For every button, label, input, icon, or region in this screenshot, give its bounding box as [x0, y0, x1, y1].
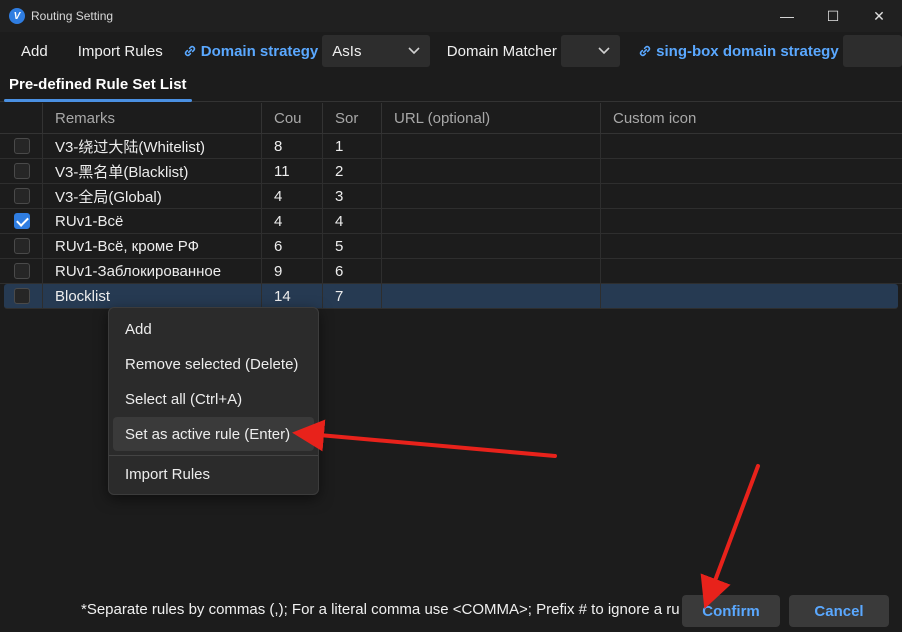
cell-remarks: V3-绕过大陆(Whitelist) [42, 134, 261, 158]
header-checkbox-column [0, 103, 42, 133]
domain-strategy-link[interactable]: Domain strategy [183, 42, 319, 60]
link-icon [184, 45, 195, 57]
cell-sort: 5 [322, 234, 381, 258]
tab-predefined-rule-set-list[interactable]: Pre-defined Rule Set List [0, 70, 196, 102]
cell-remarks: RUv1-Всё, кроме РФ [42, 234, 261, 258]
cancel-button[interactable]: Cancel [789, 595, 889, 627]
cell-custom-icon [600, 159, 890, 183]
row-checkbox[interactable] [14, 188, 30, 204]
cell-custom-icon [600, 259, 890, 283]
cell-sort: 4 [322, 209, 381, 233]
cell-url [381, 159, 600, 183]
cell-sort: 3 [322, 184, 381, 208]
toolbar: Add Import Rules Domain strategy AsIs Do… [0, 32, 902, 70]
domain-matcher-select[interactable] [560, 35, 621, 67]
table-row[interactable]: RUv1-Всё 4 4 [0, 209, 902, 234]
menu-separator [109, 455, 318, 456]
cell-url [381, 259, 600, 283]
arrow-to-set-active-rule [292, 419, 557, 458]
arrow-to-confirm [700, 464, 760, 609]
singbox-domain-strategy-link[interactable]: sing-box domain strategy [638, 43, 839, 60]
header-remarks[interactable]: Remarks [42, 103, 261, 133]
menu-item-set-active-rule[interactable]: Set as active rule (Enter) [113, 417, 314, 451]
menu-item-import-rules[interactable]: Import Rules [113, 457, 314, 491]
table-row[interactable]: RUv1-Всё, кроме РФ 6 5 [0, 234, 902, 259]
domain-strategy-label: Domain strategy [200, 42, 319, 60]
close-button[interactable]: ✕ [856, 0, 902, 32]
row-checkbox[interactable] [14, 138, 30, 154]
add-button[interactable]: Add [15, 43, 54, 60]
singbox-domain-strategy-label: sing-box domain strategy [656, 42, 839, 60]
cell-count: 14 [261, 284, 322, 308]
cell-custom-icon [600, 284, 886, 308]
cell-count: 6 [261, 234, 322, 258]
cell-url [381, 184, 600, 208]
row-checkbox[interactable] [14, 238, 30, 254]
cell-custom-icon [600, 234, 890, 258]
cell-sort: 7 [322, 284, 381, 308]
table-row[interactable]: RUv1-Заблокированное 9 6 [0, 259, 902, 284]
cell-remarks: RUv1-Заблокированное [42, 259, 261, 283]
table-header: Remarks Cou Sor URL (optional) Custom ic… [0, 103, 902, 134]
domain-strategy-select[interactable]: AsIs [322, 35, 430, 67]
tab-label: Pre-defined Rule Set List [9, 76, 187, 93]
cell-remarks: V3-黑名单(Blacklist) [42, 159, 261, 183]
tab-bar: Pre-defined Rule Set List [0, 70, 902, 102]
rule-set-table: Remarks Cou Sor URL (optional) Custom ic… [0, 103, 902, 309]
window-controls: — ☐ ✕ [764, 0, 902, 32]
cell-remarks: RUv1-Всё [42, 209, 261, 233]
cell-count: 4 [261, 209, 322, 233]
cell-url [381, 209, 600, 233]
header-url[interactable]: URL (optional) [381, 103, 600, 133]
cell-count: 8 [261, 134, 322, 158]
link-icon [640, 45, 651, 57]
title-bar: V Routing Setting — ☐ ✕ [0, 0, 902, 32]
cell-count: 4 [261, 184, 322, 208]
domain-strategy-value: AsIs [332, 42, 362, 60]
chevron-down-icon [408, 47, 420, 55]
import-rules-button[interactable]: Import Rules [72, 43, 169, 60]
menu-item-select-all[interactable]: Select all (Ctrl+A) [113, 382, 314, 416]
cell-custom-icon [600, 134, 890, 158]
domain-matcher-label: Domain Matcher [446, 42, 557, 60]
table-row[interactable]: V3-全局(Global) 4 3 [0, 184, 902, 209]
row-checkbox[interactable] [14, 213, 30, 229]
context-menu: Add Remove selected (Delete) Select all … [108, 307, 319, 495]
tab-active-indicator [4, 99, 192, 102]
cell-sort: 2 [322, 159, 381, 183]
cell-remarks: V3-全局(Global) [42, 184, 261, 208]
cell-sort: 1 [322, 134, 381, 158]
rules-hint-text: *Separate rules by commas (,); For a lit… [81, 601, 680, 618]
header-custom-icon[interactable]: Custom icon [600, 103, 902, 133]
app-logo-icon: V [9, 8, 25, 24]
table-row[interactable]: V3-绕过大陆(Whitelist) 8 1 [0, 134, 902, 159]
minimize-button[interactable]: — [764, 0, 810, 32]
table-row[interactable]: Blocklist 14 7 [4, 284, 898, 309]
row-checkbox[interactable] [14, 263, 30, 279]
menu-item-remove-selected[interactable]: Remove selected (Delete) [113, 347, 314, 381]
maximize-button[interactable]: ☐ [810, 0, 856, 32]
window-title: Routing Setting [31, 9, 114, 23]
cell-url [381, 284, 600, 308]
cell-count: 11 [261, 159, 322, 183]
chevron-down-icon [598, 47, 610, 55]
cell-custom-icon [600, 209, 890, 233]
confirm-button[interactable]: Confirm [682, 595, 780, 627]
menu-item-add[interactable]: Add [113, 312, 314, 346]
table-row[interactable]: V3-黑名单(Blacklist) 11 2 [0, 159, 902, 184]
cell-remarks: Blocklist [42, 284, 261, 308]
header-sort[interactable]: Sor [322, 103, 381, 133]
cell-sort: 6 [322, 259, 381, 283]
cell-url [381, 134, 600, 158]
cell-url [381, 234, 600, 258]
singbox-domain-strategy-select[interactable] [842, 35, 902, 67]
header-count[interactable]: Cou [261, 103, 322, 133]
row-checkbox[interactable] [14, 163, 30, 179]
cell-custom-icon [600, 184, 890, 208]
cell-count: 9 [261, 259, 322, 283]
row-checkbox[interactable] [14, 288, 30, 304]
table-body: V3-绕过大陆(Whitelist) 8 1 V3-黑名单(Blacklist) 11 2… [0, 134, 902, 309]
